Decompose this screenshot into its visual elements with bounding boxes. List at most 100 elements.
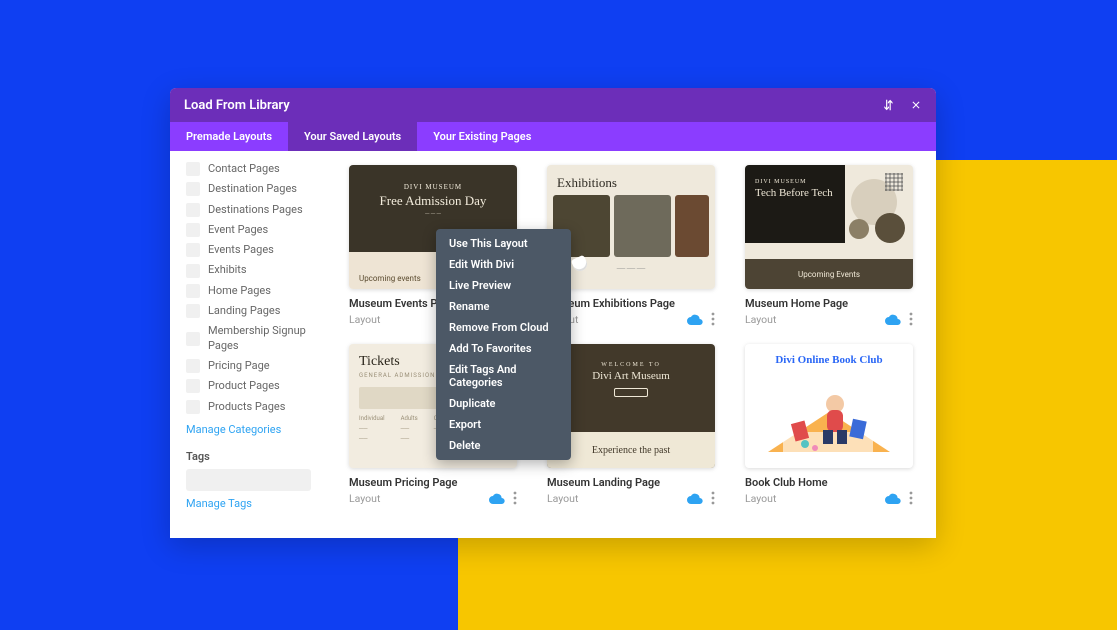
checkbox[interactable] bbox=[186, 304, 200, 318]
category-label: Destination Pages bbox=[208, 182, 297, 196]
manage-categories-link[interactable]: Manage Categories bbox=[186, 423, 323, 436]
layout-thumbnail[interactable]: Exhibitions ── ── ── bbox=[547, 165, 715, 289]
cloud-icon bbox=[885, 313, 901, 325]
card-title: Book Club Home bbox=[745, 476, 913, 489]
card-subtitle: Layout bbox=[349, 313, 380, 326]
checkbox[interactable] bbox=[186, 332, 200, 346]
checkbox[interactable] bbox=[186, 379, 200, 393]
sidebar: Contact Pages Destination Pages Destinat… bbox=[170, 151, 335, 538]
menu-export[interactable]: Export bbox=[436, 414, 571, 435]
category-item[interactable]: Events Pages bbox=[186, 240, 323, 260]
cloud-icon bbox=[489, 492, 505, 504]
menu-rename[interactable]: Rename bbox=[436, 296, 571, 317]
category-item[interactable]: Home Pages bbox=[186, 281, 323, 301]
manage-tags-link[interactable]: Manage Tags bbox=[186, 497, 323, 510]
menu-duplicate[interactable]: Duplicate bbox=[436, 393, 571, 414]
category-label: Product Pages bbox=[208, 379, 280, 393]
category-item[interactable]: Membership Signup Pages bbox=[186, 321, 323, 356]
checkbox[interactable] bbox=[186, 203, 200, 217]
menu-remove-cloud[interactable]: Remove From Cloud bbox=[436, 317, 571, 338]
menu-edit-with-divi[interactable]: Edit With Divi bbox=[436, 254, 571, 275]
layout-card: Exhibitions ── ── ── Museum Exhibitions … bbox=[547, 165, 715, 326]
thumb-headline: Exhibitions bbox=[547, 165, 715, 195]
checkbox[interactable] bbox=[186, 359, 200, 373]
menu-add-favorites[interactable]: Add To Favorites bbox=[436, 338, 571, 359]
menu-edit-tags[interactable]: Edit Tags And Categories bbox=[436, 359, 571, 393]
card-title: Museum Exhibitions Page bbox=[547, 297, 715, 310]
thumb-band: Upcoming Events bbox=[745, 259, 913, 289]
thumb-footer: Experience the past bbox=[547, 432, 715, 468]
more-icon[interactable] bbox=[513, 491, 517, 505]
thumb-eyebrow: DIVI MUSEUM bbox=[755, 179, 833, 185]
category-label: Home Pages bbox=[208, 284, 271, 298]
tags-input[interactable] bbox=[186, 469, 311, 491]
more-icon[interactable] bbox=[711, 312, 715, 326]
checkbox[interactable] bbox=[186, 223, 200, 237]
more-icon[interactable] bbox=[909, 312, 913, 326]
layout-grid: DIVI MUSEUM Free Admission Day ─ ─ ─ Upc… bbox=[335, 151, 936, 538]
dialog-titlebar: Load From Library bbox=[170, 88, 936, 122]
category-label: Events Pages bbox=[208, 243, 274, 257]
category-item[interactable]: Contact Pages bbox=[186, 159, 323, 179]
category-label: Destinations Pages bbox=[208, 203, 303, 217]
qr-icon bbox=[885, 173, 903, 191]
tab-existing-pages[interactable]: Your Existing Pages bbox=[417, 122, 547, 151]
context-menu: Use This Layout Edit With Divi Live Prev… bbox=[436, 229, 571, 460]
card-subtitle: Layout bbox=[745, 313, 776, 326]
checkbox[interactable] bbox=[186, 182, 200, 196]
more-icon[interactable] bbox=[711, 491, 715, 505]
category-label: Event Pages bbox=[208, 223, 268, 237]
cloud-icon bbox=[687, 313, 703, 325]
close-icon[interactable] bbox=[910, 99, 922, 111]
thumb-eyebrow: DIVI MUSEUM bbox=[349, 165, 517, 191]
category-label: Pricing Page bbox=[208, 359, 270, 373]
card-subtitle: Layout bbox=[547, 492, 578, 505]
layout-thumbnail[interactable]: Divi Online Book Club bbox=[745, 344, 913, 468]
checkbox[interactable] bbox=[186, 243, 200, 257]
card-subtitle: Layout bbox=[745, 492, 776, 505]
menu-use-layout[interactable]: Use This Layout bbox=[436, 233, 571, 254]
thumb-footer: Upcoming events bbox=[359, 274, 421, 283]
thumb-headline: Tech Before Tech bbox=[755, 187, 833, 200]
thumb-subline: ─ ─ ─ bbox=[349, 211, 517, 217]
more-icon[interactable] bbox=[909, 491, 913, 505]
category-label: Contact Pages bbox=[208, 162, 280, 176]
checkbox[interactable] bbox=[186, 264, 200, 278]
menu-live-preview[interactable]: Live Preview bbox=[436, 275, 571, 296]
checkbox[interactable] bbox=[186, 284, 200, 298]
thumb-headline: Divi Online Book Club bbox=[745, 344, 913, 366]
category-item[interactable]: Landing Pages bbox=[186, 301, 323, 321]
layout-thumbnail[interactable]: DIVI MUSEUM Tech Before Tech Upcoming Ev… bbox=[745, 165, 913, 289]
category-item[interactable]: Product Pages bbox=[186, 376, 323, 396]
layout-thumbnail[interactable]: WELCOME TO Divi Art Museum Experience th… bbox=[547, 344, 715, 468]
checkbox[interactable] bbox=[186, 162, 200, 176]
sort-icon[interactable] bbox=[882, 98, 896, 112]
layout-card: WELCOME TO Divi Art Museum Experience th… bbox=[547, 344, 715, 505]
cloud-icon bbox=[687, 492, 703, 504]
thumb-headline: Free Admission Day bbox=[349, 193, 517, 209]
thumb-headline: Divi Art Museum bbox=[592, 370, 670, 382]
category-label: Products Pages bbox=[208, 400, 285, 414]
cloud-icon bbox=[885, 492, 901, 504]
category-label: Exhibits bbox=[208, 263, 247, 277]
category-item[interactable]: Pricing Page bbox=[186, 356, 323, 376]
dialog-tabs: Premade Layouts Your Saved Layouts Your … bbox=[170, 122, 936, 151]
menu-delete[interactable]: Delete bbox=[436, 435, 571, 456]
category-item[interactable]: Products Pages bbox=[186, 397, 323, 417]
tab-saved-layouts[interactable]: Your Saved Layouts bbox=[288, 122, 417, 151]
category-label: Membership Signup Pages bbox=[208, 324, 323, 353]
category-item[interactable]: Exhibits bbox=[186, 260, 323, 280]
card-title: Museum Landing Page bbox=[547, 476, 715, 489]
category-item[interactable]: Destination Pages bbox=[186, 179, 323, 199]
thumb-eyebrow: WELCOME TO bbox=[547, 362, 715, 368]
category-label: Landing Pages bbox=[208, 304, 280, 318]
card-subtitle: Layout bbox=[349, 492, 380, 505]
layout-card: DIVI MUSEUM Tech Before Tech Upcoming Ev… bbox=[745, 165, 913, 326]
category-item[interactable]: Destinations Pages bbox=[186, 200, 323, 220]
tags-heading: Tags bbox=[186, 450, 323, 463]
layout-card: Divi Online Book Club bbox=[745, 344, 913, 505]
tab-premade-layouts[interactable]: Premade Layouts bbox=[170, 122, 288, 151]
category-item[interactable]: Event Pages bbox=[186, 220, 323, 240]
checkbox[interactable] bbox=[186, 400, 200, 414]
dialog-title: Load From Library bbox=[184, 98, 290, 113]
